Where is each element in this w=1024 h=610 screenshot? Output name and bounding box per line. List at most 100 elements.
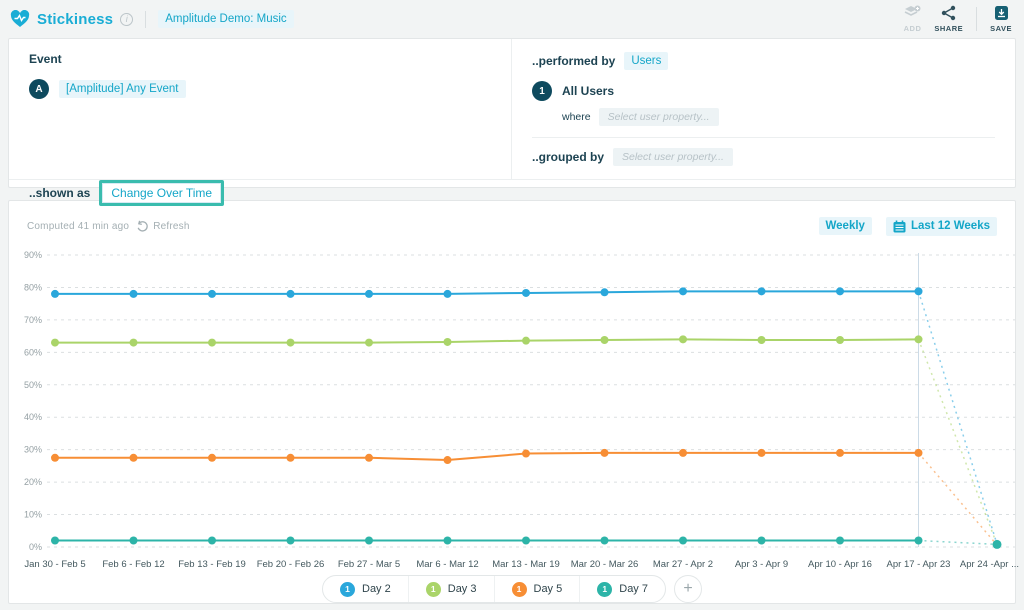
data-point[interactable] (287, 537, 295, 545)
x-tick-label: Feb 27 - Mar 5 (338, 559, 400, 570)
performed-by-selector[interactable]: Users (624, 52, 668, 70)
data-point[interactable] (444, 290, 452, 298)
where-property-input[interactable]: Select user property... (599, 108, 719, 126)
x-tick-label: Apr 10 - Apr 16 (808, 559, 872, 570)
data-point[interactable] (836, 287, 844, 295)
legend-label: Day 7 (619, 583, 648, 595)
data-point[interactable] (365, 454, 373, 462)
segment-badge: 1 (532, 81, 552, 101)
x-tick-label: Apr 17 - Apr 23 (887, 559, 951, 570)
data-point[interactable] (915, 449, 923, 457)
data-point[interactable] (444, 537, 452, 545)
legend-item-day-5[interactable]: 1Day 5 (494, 576, 580, 602)
stickiness-chart-icon (10, 10, 30, 28)
data-point[interactable] (679, 335, 687, 343)
data-point[interactable] (287, 290, 295, 298)
final-data-point[interactable] (993, 540, 1002, 549)
event-selector[interactable]: [Amplitude] Any Event (59, 80, 186, 98)
data-point[interactable] (836, 537, 844, 545)
y-tick-label: 50% (24, 380, 42, 390)
data-point[interactable] (444, 456, 452, 464)
data-point[interactable] (51, 454, 59, 462)
data-point[interactable] (51, 537, 59, 545)
shown-as-selector[interactable]: Change Over Time (99, 180, 224, 206)
x-tick-label: Mar 20 - Mar 26 (571, 559, 639, 570)
series-color-badge: 1 (512, 582, 527, 597)
shown-as-label: ..shown as (29, 186, 90, 200)
y-tick-label: 60% (24, 347, 42, 357)
data-point[interactable] (208, 339, 216, 347)
y-tick-label: 40% (24, 412, 42, 422)
series-line (55, 339, 919, 342)
data-point[interactable] (601, 288, 609, 296)
add-layers-icon (904, 5, 921, 21)
y-tick-label: 90% (24, 250, 42, 260)
data-point[interactable] (130, 537, 138, 545)
data-point[interactable] (601, 336, 609, 344)
event-section: Event A [Amplitude] Any Event (9, 39, 512, 179)
x-tick-label: Apr 24 -Apr ... (960, 559, 1019, 570)
info-icon[interactable]: i (120, 13, 133, 26)
data-point[interactable] (287, 454, 295, 462)
data-point[interactable] (51, 339, 59, 347)
legend-item-day-3[interactable]: 1Day 3 (408, 576, 494, 602)
data-point[interactable] (51, 290, 59, 298)
data-point[interactable] (130, 290, 138, 298)
data-point[interactable] (365, 290, 373, 298)
data-point[interactable] (679, 449, 687, 457)
data-point[interactable] (679, 287, 687, 295)
legend-item-day-7[interactable]: 1 Day 7 (579, 576, 665, 602)
x-tick-label: Mar 27 - Apr 2 (653, 559, 713, 570)
refresh-button[interactable]: Refresh (136, 220, 189, 233)
add-series-button[interactable]: + (674, 575, 702, 603)
page-title[interactable]: Stickiness (37, 11, 113, 28)
data-point[interactable] (208, 537, 216, 545)
data-point[interactable] (915, 537, 923, 545)
interval-selector[interactable]: Weekly (819, 217, 872, 235)
app-header: Stickiness i Amplitude Demo: Music ADD S… (0, 0, 1024, 38)
x-tick-label: Mar 6 - Mar 12 (416, 559, 478, 570)
y-tick-label: 30% (24, 445, 42, 455)
data-point[interactable] (130, 339, 138, 347)
data-point[interactable] (522, 537, 530, 545)
data-point[interactable] (836, 449, 844, 457)
y-tick-label: 80% (24, 282, 42, 292)
data-point[interactable] (679, 537, 687, 545)
data-point[interactable] (522, 289, 530, 297)
grouped-by-property-input[interactable]: Select user property... (613, 148, 733, 166)
y-tick-label: 10% (24, 510, 42, 520)
data-point[interactable] (601, 537, 609, 545)
stickiness-line-chart[interactable]: 0%10%20%30%40%50%60%70%80%90%Jan 30 - Fe… (13, 243, 1021, 575)
data-point[interactable] (915, 287, 923, 295)
series-color-badge: 1 (597, 582, 612, 597)
data-point[interactable] (758, 537, 766, 545)
data-point[interactable] (601, 449, 609, 457)
share-button[interactable]: SHARE (934, 5, 963, 33)
data-point[interactable] (758, 336, 766, 344)
date-range-selector[interactable]: Last 12 Weeks (886, 217, 997, 236)
data-point[interactable] (836, 336, 844, 344)
y-tick-label: 0% (29, 542, 42, 552)
data-point[interactable] (522, 337, 530, 345)
save-button-label: SAVE (990, 24, 1012, 33)
plus-icon: + (683, 581, 692, 597)
data-point[interactable] (522, 450, 530, 458)
data-point[interactable] (444, 338, 452, 346)
data-point[interactable] (758, 449, 766, 457)
data-point[interactable] (365, 537, 373, 545)
data-point[interactable] (287, 339, 295, 347)
series-line-incomplete (919, 541, 998, 545)
data-point[interactable] (208, 290, 216, 298)
save-button[interactable]: SAVE (990, 5, 1012, 33)
data-point[interactable] (130, 454, 138, 462)
share-button-label: SHARE (934, 24, 963, 33)
data-point[interactable] (915, 335, 923, 343)
performed-by-section: ..performed by Users 1 All Users where S… (512, 39, 1015, 179)
breadcrumb[interactable]: Amplitude Demo: Music (158, 10, 293, 28)
data-point[interactable] (208, 454, 216, 462)
data-point[interactable] (365, 339, 373, 347)
data-point[interactable] (758, 287, 766, 295)
legend-row: 1Day 21Day 31Day 51Day 7 + (13, 575, 1011, 603)
x-tick-label: Feb 20 - Feb 26 (257, 559, 325, 570)
legend-item-day-2[interactable]: 1Day 2 (323, 576, 408, 602)
